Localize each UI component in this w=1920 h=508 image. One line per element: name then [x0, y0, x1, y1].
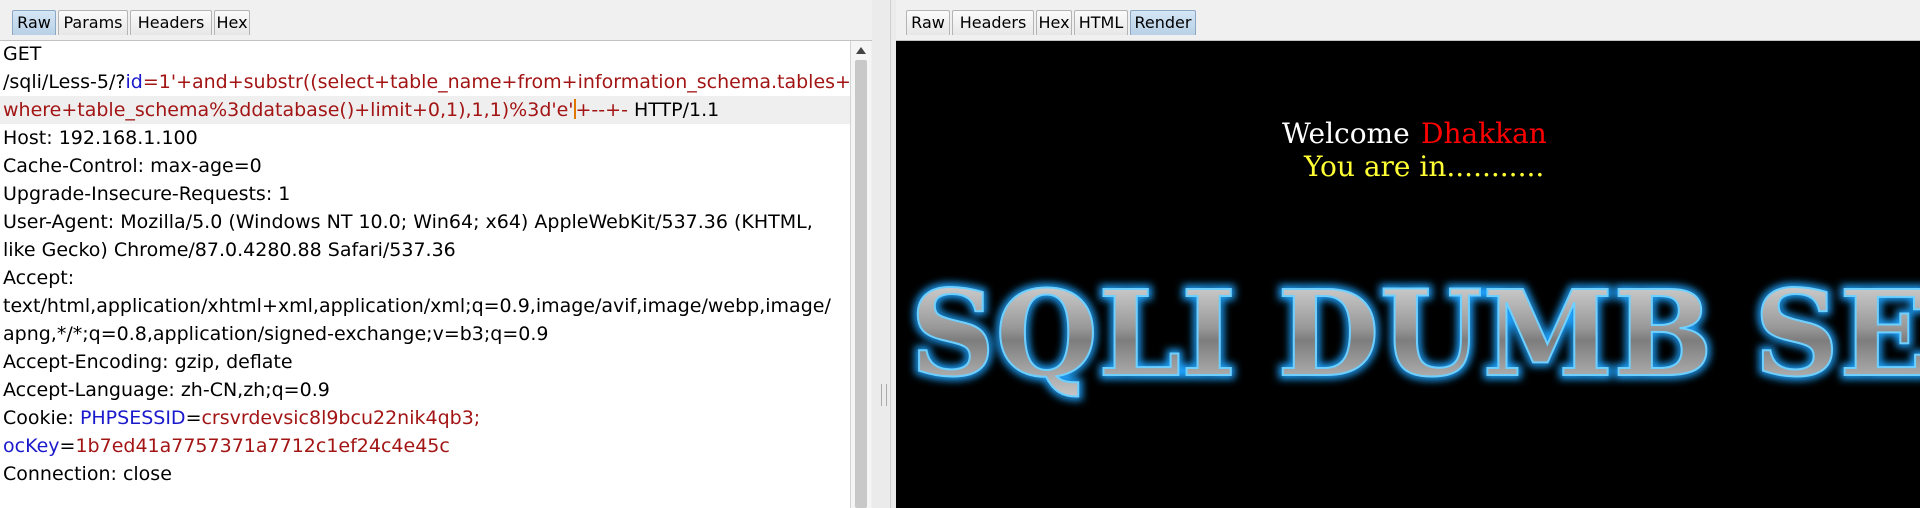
request-line: Cookie: PHPSESSID=crsvrdevsic8l9bcu22nik… [3, 404, 480, 432]
request-line: User-Agent: Mozilla/5.0 (Windows NT 10.0… [3, 208, 813, 236]
request-token: Accept-Encoding: gzip, deflate [3, 351, 293, 373]
request-line: Accept-Language: zh-CN,zh;q=0.9 [3, 376, 330, 404]
splitter-grip-icon[interactable] [881, 384, 887, 406]
response-panel: Raw Headers Hex HTML Render Welcome Dhak… [896, 0, 1920, 508]
request-token: GET [3, 43, 42, 65]
response-tab-hex[interactable]: Hex [1036, 10, 1072, 35]
request-token: = [59, 435, 76, 457]
request-token: Host: 192.168.1.100 [3, 127, 198, 149]
request-editor-scrollbar[interactable] [850, 41, 871, 508]
request-tab-headers[interactable]: Headers [130, 10, 212, 35]
request-panel: Raw Params Headers Hex GET/sqli/Less-5/?… [0, 0, 872, 508]
banner-text: SQLI DUMB SERIES [910, 264, 1920, 403]
request-line: /sqli/Less-5/?id=1'+and+substr((select+t… [3, 68, 850, 96]
request-token: PHPSESSID [79, 407, 186, 429]
user-name: Dhakkan [1421, 117, 1547, 150]
request-token: Cookie: [3, 407, 80, 429]
request-token: User-Agent: Mozilla/5.0 (Windows NT 10.0… [3, 211, 813, 233]
response-tab-bar: Raw Headers Hex HTML Render [896, 0, 1920, 41]
request-line: where+table_schema%3ddatabase()+limit+0,… [0, 96, 850, 124]
request-line: ocKey=1b7ed41a7757371a7712c1ef24c4e45c [3, 432, 450, 460]
request-tab-bar: Raw Params Headers Hex [0, 0, 872, 41]
request-token: Upgrade-Insecure-Requests: 1 [3, 183, 291, 205]
request-line: Cache-Control: max-age=0 [3, 152, 262, 180]
request-token: /sqli/Less-5/? [3, 71, 126, 93]
request-token: Accept: [3, 267, 75, 289]
request-token: ocKey [3, 435, 60, 457]
request-token: HTTP/1.1 [627, 99, 720, 121]
request-line: like Gecko) Chrome/87.0.4280.88 Safari/5… [3, 236, 456, 264]
request-token: crsvrdevsic8l9bcu22nik4qb3; [201, 407, 481, 429]
response-tab-html[interactable]: HTML [1074, 10, 1128, 35]
pane-splitter[interactable] [872, 0, 896, 508]
request-editor[interactable]: GET/sqli/Less-5/?id=1'+and+substr((selec… [0, 41, 850, 508]
welcome-row: Welcome Dhakkan [896, 116, 1920, 152]
request-line: text/html,application/xhtml+xml,applicat… [3, 292, 831, 320]
request-tab-hex[interactable]: Hex [214, 10, 250, 35]
request-line: Accept-Encoding: gzip, deflate [3, 348, 293, 376]
request-line: apng,*/*;q=0.8,application/signed-exchan… [3, 320, 548, 348]
request-line: Upgrade-Insecure-Requests: 1 [3, 180, 290, 208]
request-token: like Gecko) Chrome/87.0.4280.88 Safari/5… [3, 239, 456, 261]
request-token: Connection: close [3, 463, 172, 485]
request-token: apng,*/*;q=0.8,application/signed-exchan… [3, 323, 549, 345]
request-token: = [185, 407, 202, 429]
request-line: Host: 192.168.1.100 [3, 124, 198, 152]
splitter-line [890, 0, 891, 508]
request-token: id [125, 71, 143, 93]
request-line: Accept: [3, 264, 74, 292]
request-token: 1b7ed41a7757371a7712c1ef24c4e45c [75, 435, 450, 457]
request-token: where+table_schema%3ddatabase()+limit+0,… [3, 99, 574, 121]
request-tab-params[interactable]: Params [58, 10, 128, 35]
response-tab-raw[interactable]: Raw [906, 10, 950, 35]
request-line: Connection: close [3, 460, 172, 488]
scrollbar-thumb[interactable] [855, 60, 867, 508]
request-token: +--+- [575, 99, 628, 121]
response-tab-headers[interactable]: Headers [952, 10, 1034, 35]
request-token: =1'+and+substr((select+table_name+from+i… [142, 71, 850, 93]
request-token: Accept-Language: zh-CN,zh;q=0.9 [3, 379, 330, 401]
welcome-label: Welcome [1282, 117, 1410, 150]
request-token: Cache-Control: max-age=0 [3, 155, 262, 177]
banner-logo: SQLI DUMB SERIES SQLI DUMB SERIES [906, 260, 1920, 407]
status-message: You are in........... [1304, 150, 1545, 183]
request-tab-raw[interactable]: Raw [12, 10, 56, 35]
request-token: text/html,application/xhtml+xml,applicat… [3, 295, 831, 317]
response-tab-render[interactable]: Render [1130, 10, 1196, 35]
rendered-page: Welcome Dhakkan You are in........... SQ… [896, 41, 1920, 508]
request-line: GET [3, 41, 41, 68]
scroll-up-arrow-icon[interactable] [856, 47, 866, 54]
